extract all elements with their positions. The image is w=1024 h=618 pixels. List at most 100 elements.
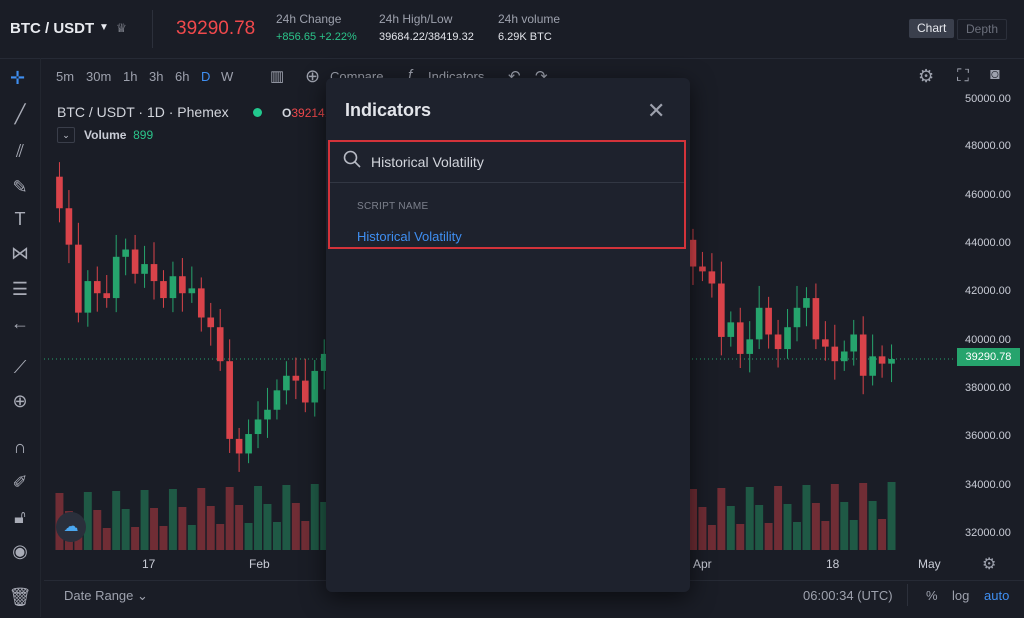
volume-bar	[717, 488, 726, 550]
timeframe-w[interactable]: W	[221, 69, 233, 84]
axis-settings-icon[interactable]: ⚙	[982, 554, 996, 574]
back-arrow-icon[interactable]: ←	[8, 313, 32, 334]
volume-bar	[197, 488, 206, 550]
volume-bar	[225, 487, 234, 550]
lock-drawing-icon[interactable]: ✐	[8, 472, 32, 493]
status-dot	[253, 108, 262, 117]
volume-bar	[93, 510, 102, 550]
candle-body	[283, 375, 290, 391]
volume-bar	[159, 526, 168, 550]
volume-value: 6.29K BTC	[498, 31, 552, 43]
auto-toggle[interactable]: auto	[984, 588, 1009, 603]
candle-body	[103, 293, 111, 299]
legend-open: O39214.	[282, 106, 329, 120]
volume-bar	[830, 484, 839, 550]
lock-icon[interactable]: 🔓︎	[8, 507, 32, 528]
candle-body	[718, 283, 725, 337]
candle-body	[179, 276, 186, 294]
change-value: +856.65 +2.22%	[276, 31, 357, 43]
magnet-icon[interactable]: ∩	[8, 437, 32, 458]
y-tick: 50000.00	[965, 93, 1011, 105]
volume-bar	[301, 521, 310, 550]
candle-body	[160, 281, 167, 299]
close-icon[interactable]: ✕	[647, 98, 665, 124]
candle-body	[93, 281, 101, 294]
timeframe-3h[interactable]: 3h	[149, 69, 163, 84]
candle-body	[301, 380, 309, 403]
trendline-icon[interactable]: ╱	[8, 104, 32, 125]
camera-icon[interactable]: ◙	[990, 66, 1000, 84]
volume-bar	[102, 528, 111, 550]
volume-bar	[802, 485, 811, 550]
timeframe-6h[interactable]: 6h	[175, 69, 189, 84]
prediction-icon[interactable]: ☰	[8, 279, 32, 300]
fib-icon[interactable]: ⫽	[8, 141, 32, 162]
brush-icon[interactable]: ✎	[8, 177, 32, 198]
compare-icon[interactable]: ⊕	[305, 66, 320, 87]
candle-body	[784, 327, 791, 350]
y-tick: 34000.00	[965, 479, 1011, 491]
candle-body	[888, 359, 895, 364]
volume-bar	[698, 507, 707, 550]
candle-body	[793, 307, 801, 328]
candle-body	[122, 249, 129, 257]
ruler-icon[interactable]: ⟋	[8, 357, 32, 378]
favorite-icon[interactable]: ♕	[116, 21, 127, 35]
zoom-icon[interactable]: ⊕	[8, 391, 32, 412]
candle-body	[216, 327, 224, 362]
candle-body	[131, 249, 139, 274]
candle-body	[207, 317, 215, 328]
collapse-icon[interactable]: ⌄	[57, 127, 75, 143]
dialog-title: Indicators	[345, 100, 432, 120]
chevron-down-icon[interactable]: ▼	[99, 22, 109, 33]
candle-body	[689, 239, 697, 267]
volume-bar	[282, 485, 291, 550]
trash-icon[interactable]: 🗑︎	[8, 587, 32, 608]
divider	[152, 10, 153, 48]
volume-bar	[745, 487, 754, 550]
highlow-label: 24h High/Low	[379, 12, 453, 26]
last-price-tag: 39290.78	[957, 348, 1020, 366]
volume-bar	[291, 503, 300, 550]
pattern-icon[interactable]: ⋈	[8, 243, 32, 264]
volume-bar	[764, 523, 773, 550]
volume-bar	[216, 524, 225, 550]
volume-bar	[206, 506, 215, 550]
timeframe-1h[interactable]: 1h	[123, 69, 137, 84]
pair-selector[interactable]: BTC / USDT	[10, 20, 94, 37]
volume-bar	[707, 525, 716, 550]
timeframe-d[interactable]: D	[201, 69, 210, 84]
settings-icon[interactable]: ⚙	[918, 66, 934, 87]
candle-body	[273, 390, 281, 410]
tab-depth[interactable]: Depth	[957, 19, 1008, 40]
last-price: 39290.78	[176, 18, 256, 39]
candles-icon[interactable]: ▥	[270, 67, 284, 85]
candle-body	[850, 334, 858, 352]
volume-bar	[755, 505, 764, 550]
clock: 06:00:34 (UTC)	[803, 588, 893, 603]
volume-label: 24h volume	[498, 12, 561, 26]
log-toggle[interactable]: log	[952, 588, 969, 603]
eye-icon[interactable]: ◉	[8, 541, 32, 562]
date-range-button[interactable]: Date Range ⌄	[64, 588, 148, 604]
timeframe-5m[interactable]: 5m	[56, 69, 74, 84]
y-tick: 44000.00	[965, 237, 1011, 249]
volume-bar	[178, 507, 187, 550]
percent-toggle[interactable]: %	[926, 588, 938, 603]
volume-bar	[821, 521, 830, 550]
candle-body	[84, 281, 92, 313]
fullscreen-icon[interactable]: ⛶	[957, 66, 969, 86]
x-tick: May	[918, 557, 941, 571]
volume-bar	[168, 489, 177, 550]
volume-bar	[726, 506, 735, 550]
text-icon[interactable]: T	[8, 209, 32, 230]
candle-body	[292, 375, 300, 381]
candle-body	[245, 434, 252, 454]
candle-body	[254, 419, 262, 435]
divider	[907, 584, 908, 606]
candle-body	[112, 256, 120, 299]
timeframe-30m[interactable]: 30m	[86, 69, 111, 84]
candle-body	[150, 264, 158, 282]
volume-bar	[150, 508, 158, 550]
tab-chart[interactable]: Chart	[909, 19, 955, 38]
